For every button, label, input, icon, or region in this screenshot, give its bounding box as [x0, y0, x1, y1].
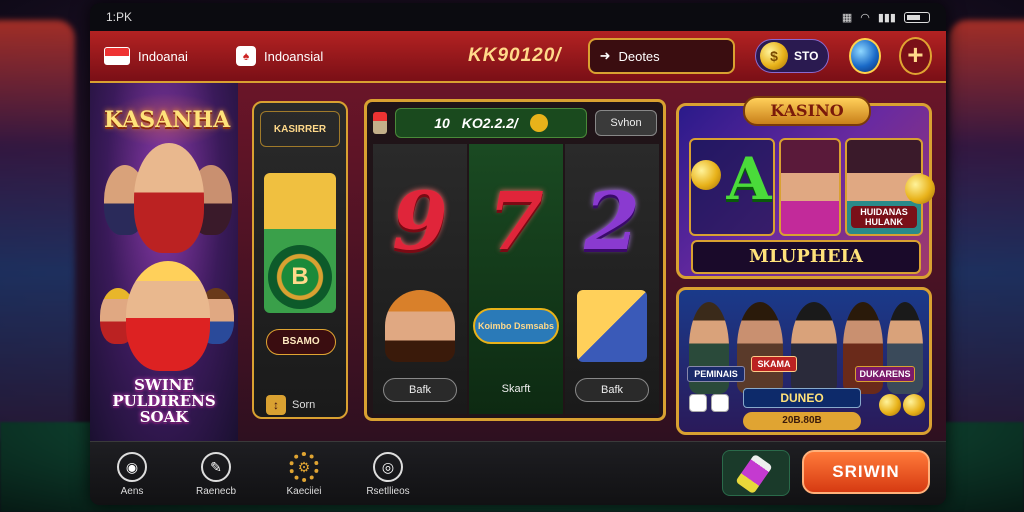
slot-header: 10 KO2.2.2/ Svhon — [373, 108, 657, 138]
cast-icon: ▦ — [841, 11, 853, 24]
players-game-card[interactable]: PEMINAIS SKAMA DUKARENS DUNEO 20B.80B — [676, 287, 932, 435]
kasino-tile-dealer — [779, 138, 841, 236]
sort-button[interactable]: ↕ Sorn — [266, 395, 315, 415]
nav-item-aens[interactable]: ◉ Aens — [100, 452, 164, 497]
region-selector[interactable]: ♠ Indoansial — [236, 46, 356, 66]
reel-3-button[interactable]: Bafk — [575, 378, 649, 402]
sort-label: Sorn — [292, 399, 316, 411]
region-label: Indoansial — [264, 48, 324, 64]
ticker-number: 10 — [434, 115, 450, 131]
language-selector[interactable]: Indoanai — [104, 47, 224, 65]
background-slot-machine-right — [949, 20, 1024, 440]
flag-icon — [104, 47, 130, 65]
reel-3-symbol: 2 — [584, 174, 640, 268]
signal-icon: ▮▮▮ — [877, 11, 896, 24]
status-bar: 1:PK ▦ ◠ ▮▮▮ — [90, 3, 946, 31]
promo-logo: KASANHA — [104, 93, 230, 147]
featured-game-logo: KASIRRER — [260, 111, 340, 147]
reel-1[interactable]: 9 Bafk — [373, 144, 467, 414]
reel-2-badge: Koimbo Dsmsabs — [473, 308, 559, 344]
player-figure — [791, 302, 837, 394]
can-icon — [735, 453, 773, 495]
nav-item-rsetllieos[interactable]: ◎ Rsetllieos — [356, 452, 420, 497]
reel-3[interactable]: 2 Bafk — [565, 144, 659, 414]
top-bar: Indoanai ♠ Indoansial KK90120/ ➜ Deotes … — [90, 31, 946, 83]
reel-2-button[interactable]: Skarft — [479, 378, 553, 402]
gear-icon: ⚙ — [289, 452, 319, 482]
add-funds-button[interactable]: + — [898, 37, 932, 75]
promo-title: SWINE PULDIRENS SOAK — [112, 376, 216, 426]
bottle-icon — [373, 112, 387, 134]
slot-machine: 10 KO2.2.2/ Svhon 9 Bafk 7 Koimbo Dsmsab… — [364, 99, 666, 421]
players-label-left: PEMINAIS — [687, 366, 745, 382]
character-front — [126, 261, 210, 371]
coin-icon: $ — [759, 42, 788, 70]
featured-game-disc: B — [268, 245, 332, 309]
coin-icon — [905, 174, 935, 204]
coin-icon — [903, 394, 925, 416]
nav-label: Aens — [120, 486, 144, 497]
deposit-label: Deotes — [618, 48, 660, 64]
hat-character-icon — [385, 290, 455, 362]
nav-item-raenecb[interactable]: ✎ Raenecb — [184, 452, 248, 497]
coin-icon — [529, 114, 548, 132]
kasino-subtitle: MLUPHEIA — [691, 240, 921, 274]
wifi-icon: ◠ — [860, 11, 870, 24]
background-slot-machine-left — [0, 20, 75, 440]
phone-screen: 1:PK ▦ ◠ ▮▮▮ Indoanai ♠ Indoansial KK901… — [90, 3, 946, 505]
kasino-letter: A — [726, 145, 772, 213]
kasino-game-card[interactable]: A HUIDANAS HULANK KASINO MLUPHEIA — [676, 96, 935, 279]
nav-label: Rsetllieos — [366, 486, 410, 497]
language-label: Indoanai — [138, 48, 188, 64]
nav-label: Kaeciiei — [286, 486, 322, 497]
coin-icon — [691, 160, 721, 190]
battery-icon — [904, 11, 930, 23]
dice-icon — [689, 394, 707, 412]
bottom-nav: ◉ Aens ✎ Raenecb ⚙ Kaeciiei ◎ Rsetllieos… — [90, 441, 946, 505]
featured-game-card[interactable]: KASIRRER B BSAMO ↕ Sorn — [252, 101, 348, 419]
reel-1-symbol: 9 — [392, 174, 448, 268]
jackpot-ticker: 10 KO2.2.2/ — [395, 108, 587, 138]
reel-2[interactable]: 7 Koimbo Dsmsabs Skarft — [469, 144, 563, 414]
status-icons: ▦ ◠ ▮▮▮ — [842, 11, 930, 24]
players-label-right: DUKARENS — [855, 366, 915, 382]
game-lobby: KASANHA SWINE PULDIRENS SOAK KASIRRER B … — [90, 83, 946, 441]
reel-1-button[interactable]: Bafk — [383, 378, 457, 402]
dial-icon: ◎ — [373, 452, 403, 482]
players-amount: 20B.80B — [743, 412, 861, 430]
character-main — [134, 143, 204, 253]
kasino-tile-label: HUIDANAS HULANK — [851, 206, 917, 228]
ticker-amount: KO2.2.2/ — [461, 115, 518, 131]
players-label-mid: SKAMA — [751, 356, 797, 372]
kasino-title: KASINO — [743, 96, 871, 126]
dice-icon — [711, 394, 729, 412]
nav-item-kaeciiei[interactable]: ⚙ Kaeciiei — [272, 452, 336, 497]
sort-icon: ↕ — [266, 395, 286, 415]
pointer-icon: ➜ — [599, 48, 611, 63]
featured-game-code-button[interactable]: BSAMO — [266, 329, 336, 355]
globe-icon[interactable] — [849, 38, 881, 74]
coin-store-button[interactable]: $ STO — [754, 39, 830, 73]
nav-label: Raenecb — [195, 486, 237, 497]
coin-icon — [879, 394, 901, 416]
record-icon: ◉ — [117, 452, 147, 482]
deposit-button[interactable]: ➜ Deotes — [587, 38, 735, 74]
spin-button[interactable]: SRIWIN — [802, 450, 930, 494]
players-title: DUNEO — [743, 388, 861, 408]
chip-icon: ♠ — [236, 46, 256, 66]
disc-label: B — [291, 263, 309, 290]
slot-spin-button[interactable]: Svhon — [595, 110, 657, 136]
star-shield-icon — [577, 290, 647, 362]
promo-banner[interactable]: KASANHA SWINE PULDIRENS SOAK — [90, 83, 238, 441]
coin-store-label: STO — [793, 49, 819, 63]
drink-shop-button[interactable] — [722, 450, 790, 496]
chat-icon: ✎ — [201, 452, 231, 482]
balance-display: KK90120/ — [468, 45, 562, 66]
status-time: 1:PK — [106, 10, 133, 24]
reel-2-symbol: 7 — [488, 174, 544, 268]
